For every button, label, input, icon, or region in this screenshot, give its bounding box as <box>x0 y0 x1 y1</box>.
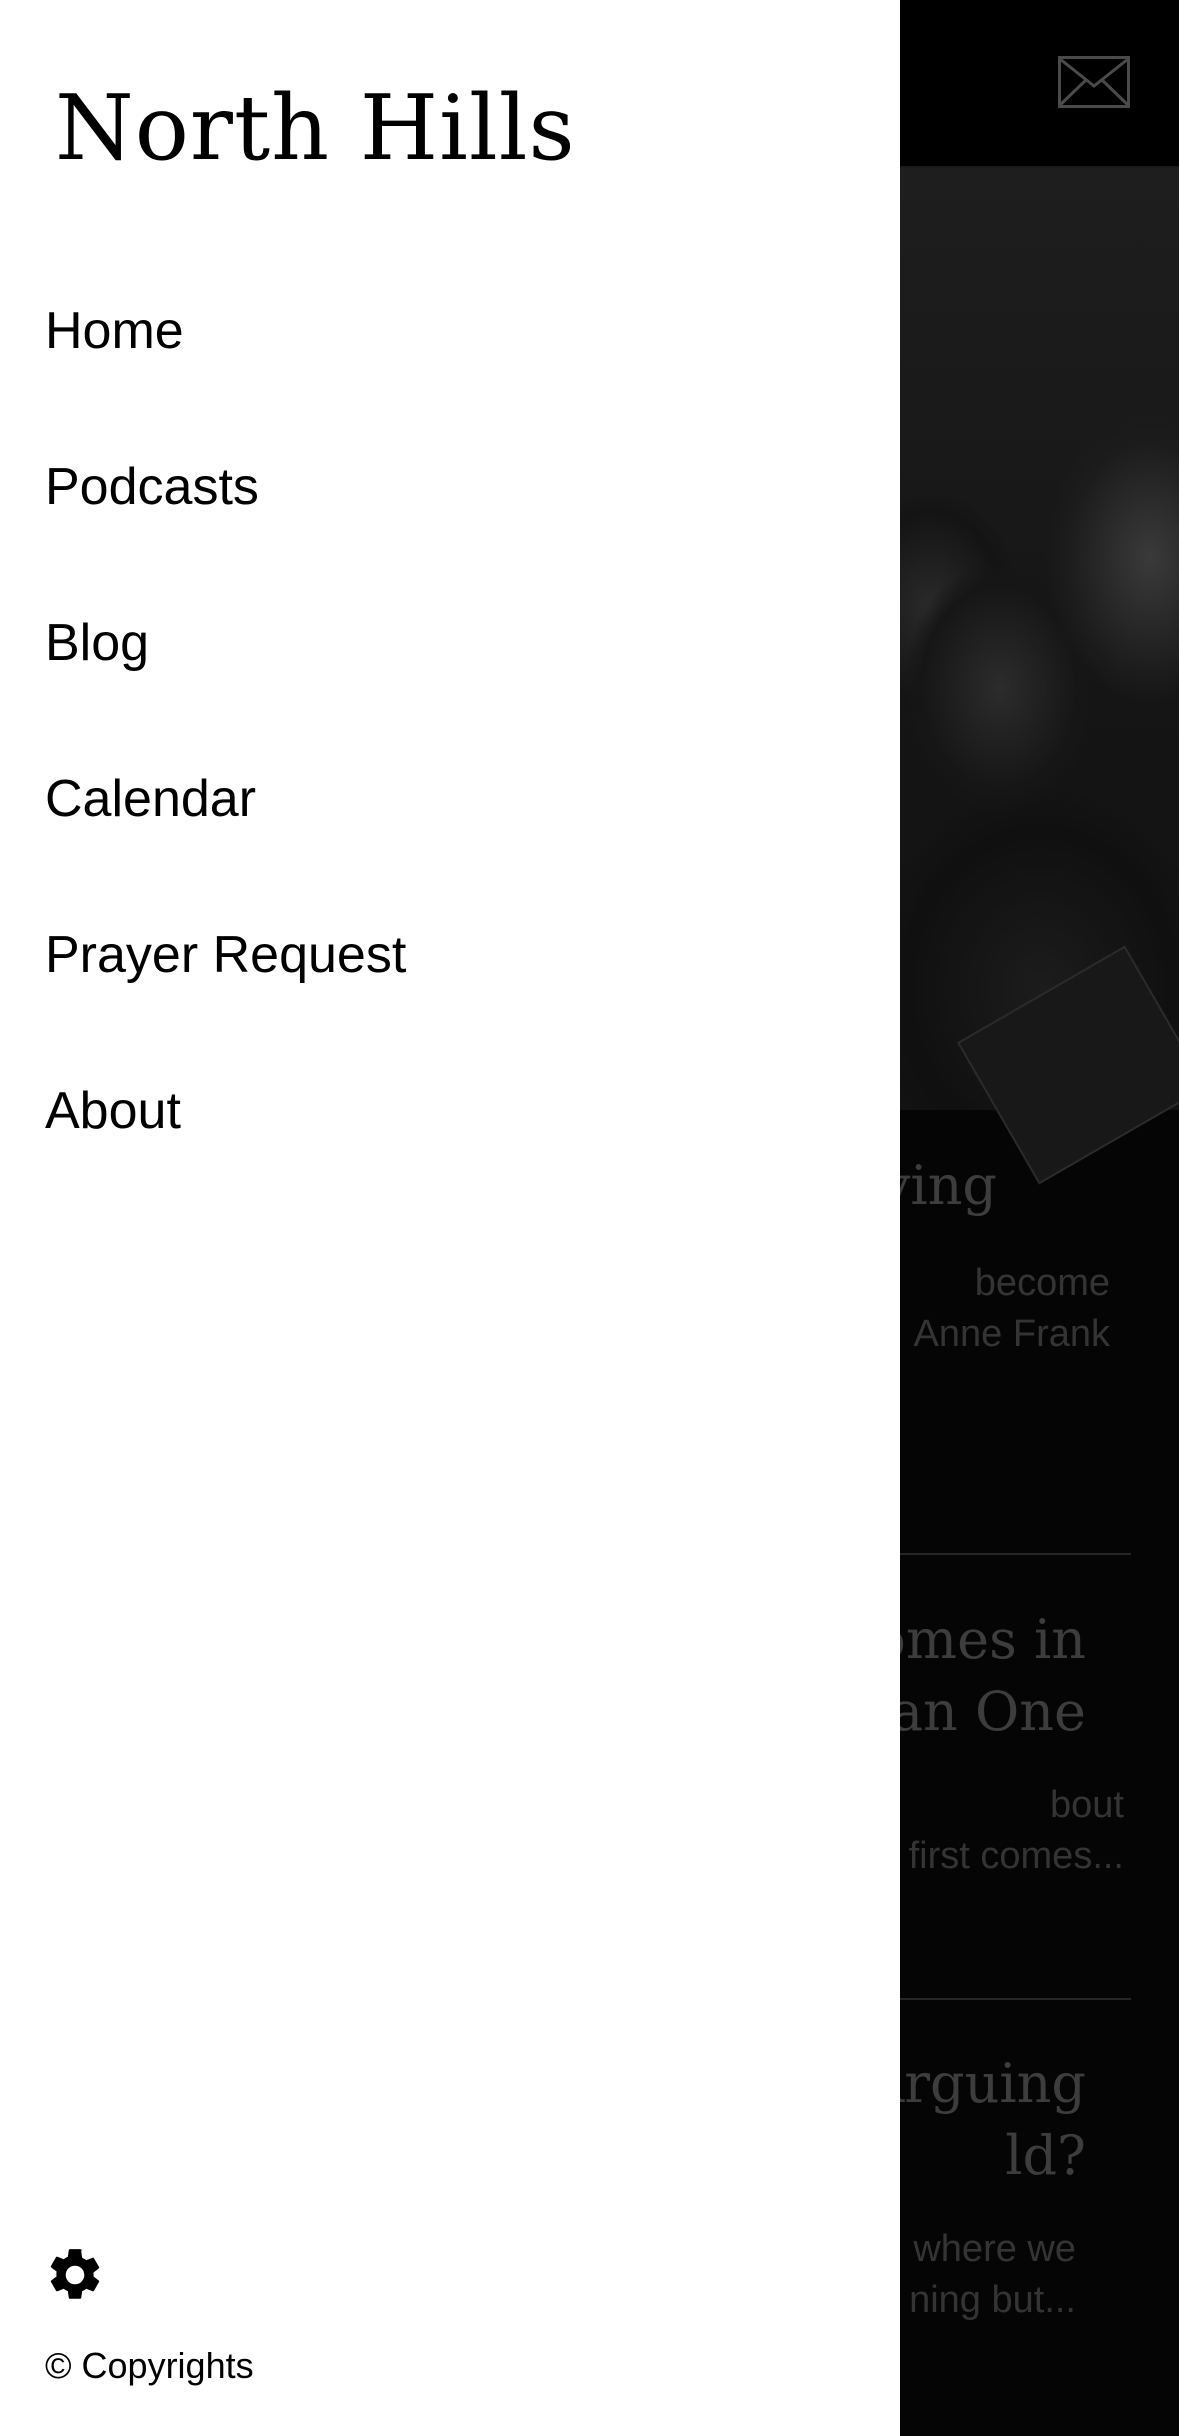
hero-book-shape <box>956 945 1179 1185</box>
mail-icon[interactable] <box>1058 56 1130 108</box>
nav-item-prayer-request[interactable]: Prayer Request <box>45 909 865 1065</box>
nav-item-home[interactable]: Home <box>45 285 865 441</box>
drawer-nav: Home Podcasts Blog Calendar Prayer Reque… <box>45 285 865 1221</box>
nav-item-podcasts[interactable]: Podcasts <box>45 441 865 597</box>
gear-icon[interactable] <box>44 2244 106 2306</box>
card-divider <box>870 1553 1131 1555</box>
nav-item-calendar[interactable]: Calendar <box>45 753 865 909</box>
copyright-text: © Copyrights <box>45 2345 254 2386</box>
card-divider <box>870 1998 1131 2000</box>
app-title: North Hills <box>55 76 576 181</box>
nav-item-blog[interactable]: Blog <box>45 597 865 753</box>
nav-item-about[interactable]: About <box>45 1065 865 1221</box>
app-screen: ving become Anne Frank omes in than One … <box>0 0 1179 2436</box>
navigation-drawer: North Hills Home Podcasts Blog Calendar … <box>0 0 900 2436</box>
